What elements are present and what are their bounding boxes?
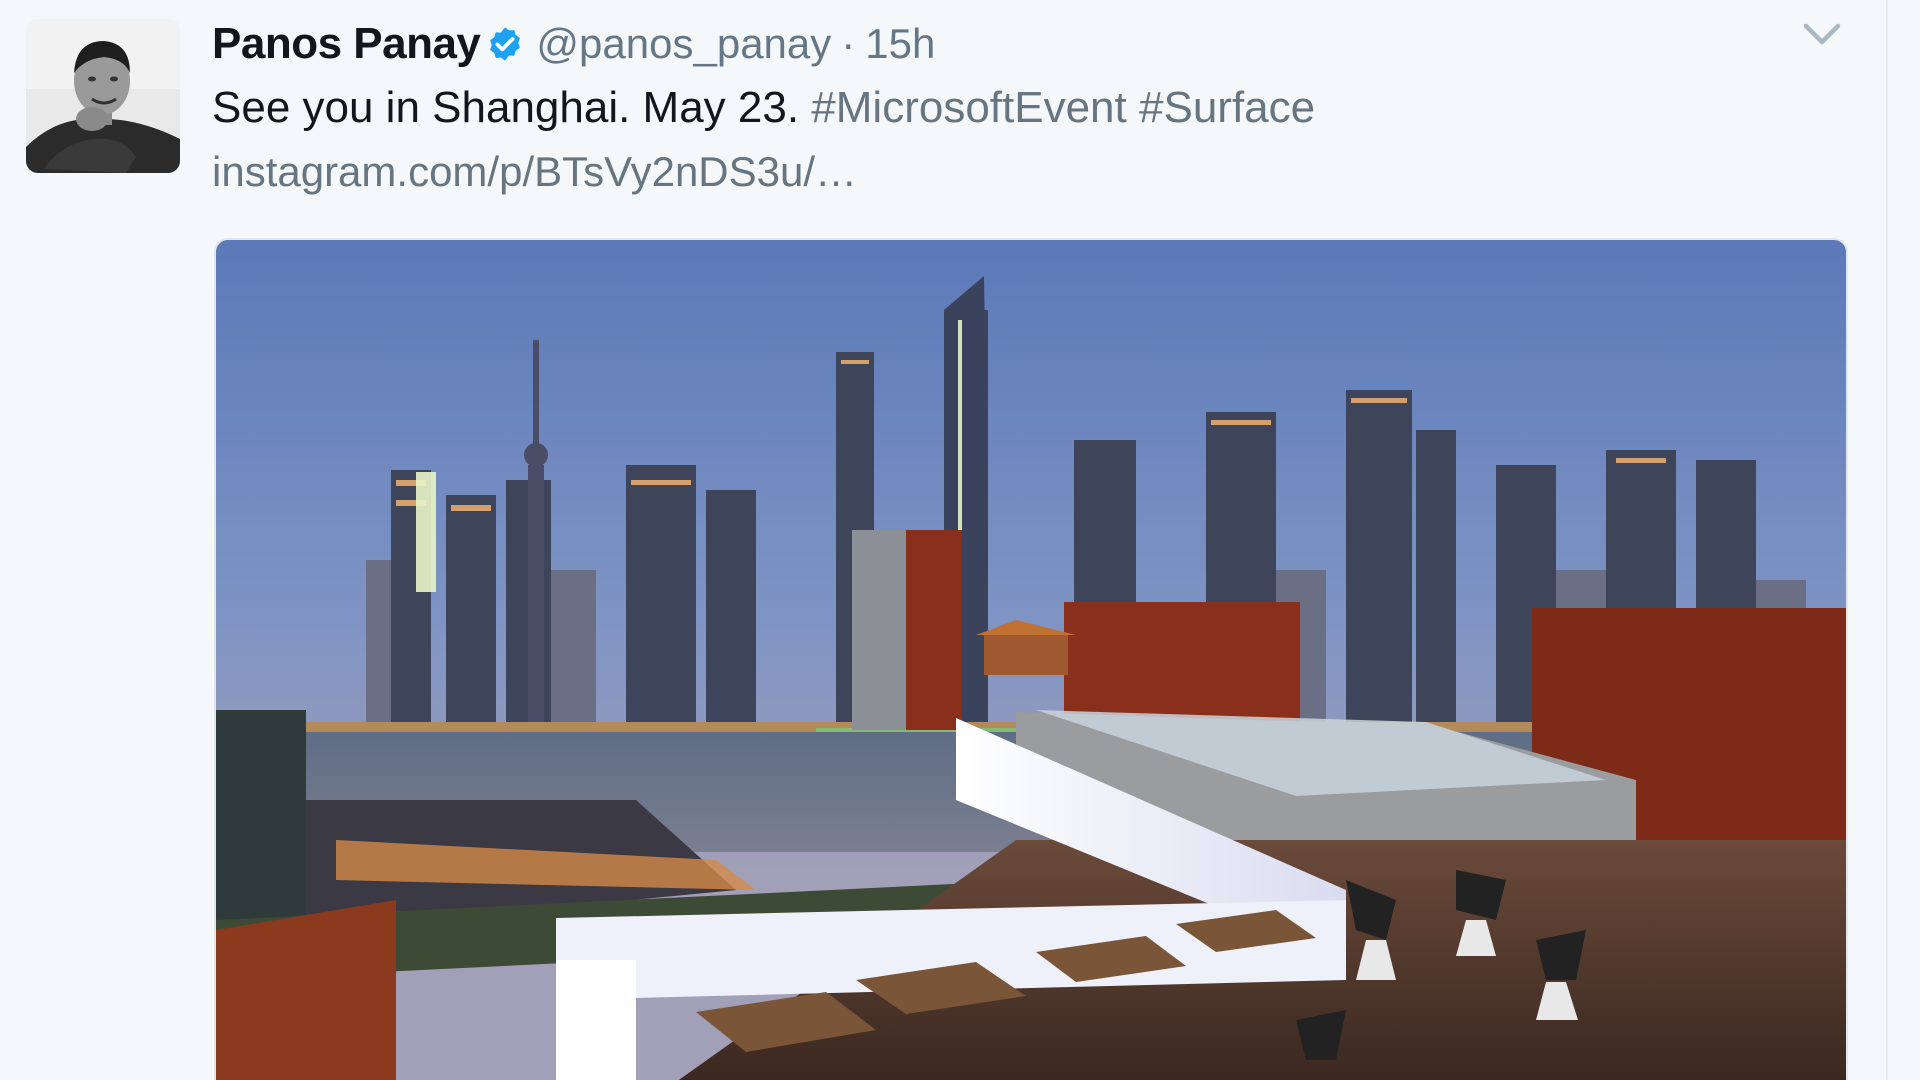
hashtag-link[interactable]: #MicrosoftEvent: [811, 83, 1126, 132]
verified-badge-icon: [490, 27, 521, 61]
display-name[interactable]: Panos Panay: [212, 19, 481, 69]
chevron-down-icon[interactable]: [1802, 20, 1842, 50]
avatar[interactable]: [26, 19, 180, 173]
tweet-text-body: See you in Shanghai. May 23.: [212, 83, 800, 132]
separator-dot: ·: [841, 20, 856, 67]
tweet-url-link[interactable]: instagram.com/p/BTsVy2nDS3u/…: [212, 142, 857, 202]
tweet-media-photo[interactable]: [214, 238, 1848, 1080]
timestamp[interactable]: 15h: [865, 20, 935, 68]
avatar-photo-icon: [26, 19, 180, 173]
shanghai-rooftop-photo-icon: [216, 240, 1846, 1080]
user-handle[interactable]: @panos_panay: [536, 20, 831, 68]
tweet-header: Panos Panay @panos_panay · 15h: [212, 14, 935, 74]
tweet-text: See you in Shanghai. May 23. #MicrosoftE…: [212, 78, 1315, 138]
tweet-card[interactable]: Panos Panay @panos_panay · 15h See you i…: [0, 0, 1888, 1080]
hashtag-link[interactable]: #Surface: [1139, 83, 1315, 132]
